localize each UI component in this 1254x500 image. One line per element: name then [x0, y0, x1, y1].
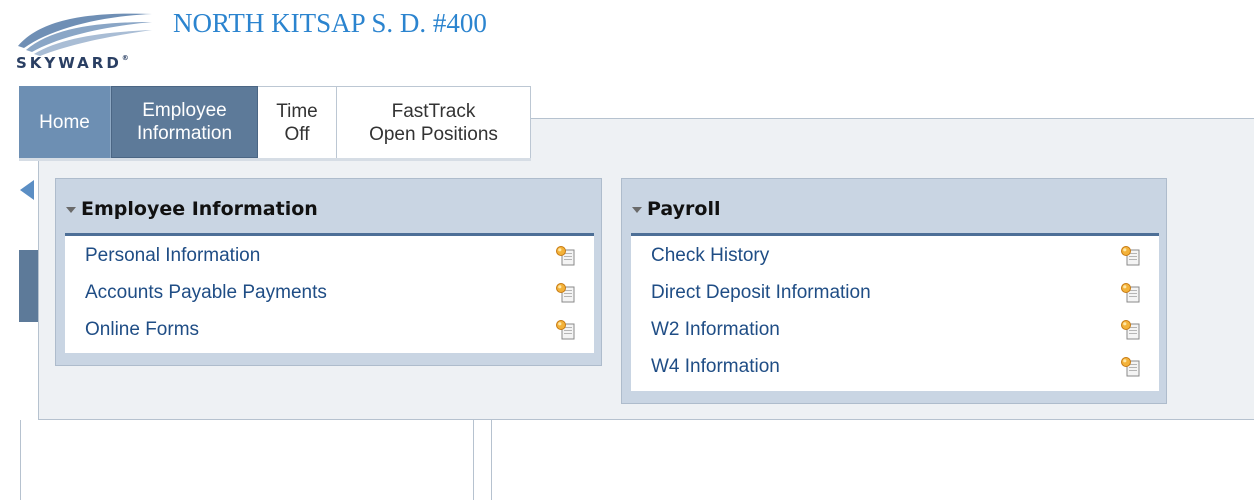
caret-down-icon[interactable] [632, 207, 642, 213]
employee-information-card: Employee Information Personal Informatio… [55, 178, 602, 366]
link-check-history[interactable]: Check History [651, 241, 769, 271]
tab-home-label: Home [39, 111, 90, 133]
payroll-card: Payroll Check History Direct Deposit Inf… [621, 178, 1167, 404]
favorite-add-icon[interactable] [555, 282, 577, 304]
tab-fasttrack-open-positions[interactable]: FastTrack Open Positions [337, 86, 531, 158]
logo-trademark: ® [121, 54, 129, 62]
main-tab-bar: Home Employee Information Time Off FastT… [19, 86, 531, 158]
link-online-forms[interactable]: Online Forms [85, 315, 199, 345]
district-title: NORTH KITSAP S. D. #400 [173, 8, 487, 38]
tab-home[interactable]: Home [19, 86, 111, 158]
tab-employee-information-label-1: Employee [142, 100, 227, 121]
favorite-add-icon[interactable] [1120, 319, 1142, 341]
logo-wordmark: SKYWARD® [16, 54, 129, 72]
link-accounts-payable-payments[interactable]: Accounts Payable Payments [85, 278, 327, 308]
favorite-add-icon[interactable] [1120, 356, 1142, 378]
collapse-sidebar-arrow-icon[interactable] [20, 180, 34, 200]
divider [491, 420, 492, 500]
skyward-logo: SKYWARD® [12, 8, 162, 78]
divider [473, 420, 474, 500]
payroll-header[interactable]: Payroll [632, 197, 721, 221]
tab-time-off-label-1: Time [276, 100, 318, 122]
tab-employee-information[interactable]: Employee Information [111, 86, 258, 158]
favorite-add-icon[interactable] [1120, 282, 1142, 304]
tab-time-off-label-2: Off [284, 123, 310, 145]
tab-fasttrack-label-1: FastTrack [391, 100, 476, 122]
app-window: SKYWARD® NORTH KITSAP S. D. #400 Home Em… [0, 0, 1254, 500]
favorite-add-icon[interactable] [555, 245, 577, 267]
sidebar-edge [19, 250, 38, 322]
favorite-add-icon[interactable] [555, 319, 577, 341]
employee-information-list: Personal Information Accounts Payable Pa… [65, 233, 594, 353]
payroll-list: Check History Direct Deposit Information… [631, 233, 1159, 391]
tab-time-off[interactable]: Time Off [258, 86, 337, 158]
logo-wordmark-text: SKYWARD [16, 54, 122, 72]
link-personal-information[interactable]: Personal Information [85, 241, 260, 271]
tab-bar-shadow [19, 158, 531, 161]
caret-down-icon[interactable] [66, 207, 76, 213]
favorite-add-icon[interactable] [1120, 245, 1142, 267]
tab-fasttrack-label-2: Open Positions [369, 123, 498, 145]
employee-information-header[interactable]: Employee Information [66, 197, 318, 221]
skyward-swoosh-icon [18, 13, 152, 56]
tab-employee-information-label-2: Information [136, 123, 233, 144]
employee-information-title: Employee Information [81, 198, 318, 220]
divider [20, 420, 21, 500]
link-w4-information[interactable]: W4 Information [651, 352, 780, 382]
payroll-title: Payroll [647, 198, 721, 220]
link-direct-deposit-information[interactable]: Direct Deposit Information [651, 278, 871, 308]
link-w2-information[interactable]: W2 Information [651, 315, 780, 345]
